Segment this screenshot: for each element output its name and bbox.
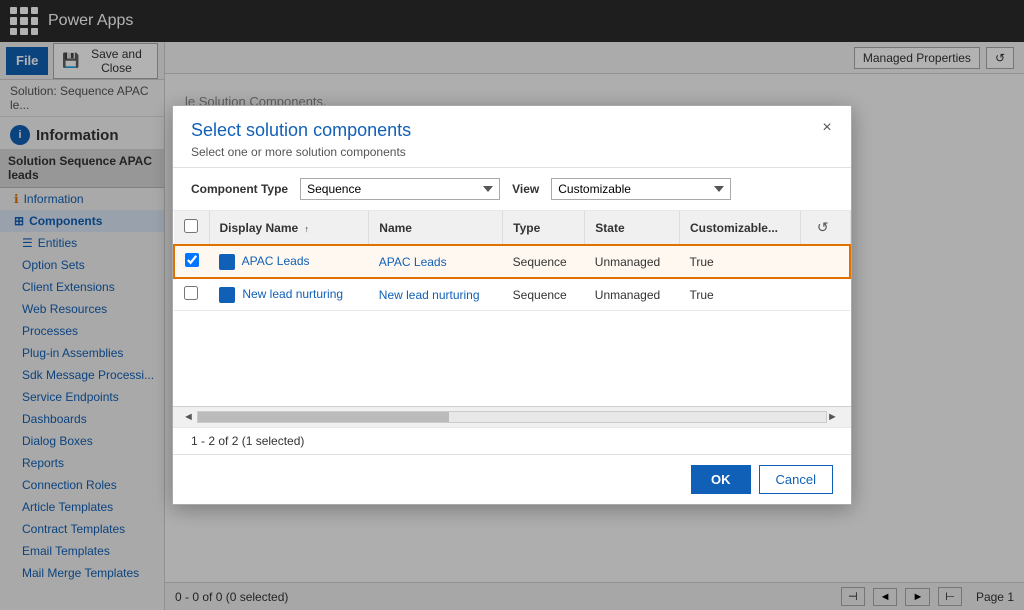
dialog-header: Select solution components Select one or… [173,106,851,168]
dialog-table-area: Display Name ↑ Name Type State Customiza… [173,211,851,406]
component-type-select[interactable]: Sequence Entity Process Web Resource [300,178,500,200]
type-cell: Sequence [503,245,585,278]
dialog-subtitle: Select one or more solution components [191,145,833,159]
customizable-header[interactable]: Customizable... [679,211,800,245]
row-1-checkbox[interactable] [185,253,199,267]
components-table: Display Name ↑ Name Type State Customiza… [173,211,851,311]
name-cell: APAC Leads [369,245,503,278]
refresh-header[interactable]: ↺ [800,211,850,245]
name-cell: New lead nurturing [369,278,503,311]
row-icon [219,254,235,270]
dialog-action-bar: OK Cancel [173,454,851,504]
table-row[interactable]: New lead nurturing New lead nurturing Se… [174,278,850,311]
display-name-value: New lead nurturing [242,287,343,301]
row-checkbox-cell[interactable] [174,245,209,278]
component-type-label: Component Type [191,182,288,196]
sort-arrow-up: ↑ [305,224,310,234]
scroll-right-button[interactable]: ► [827,411,841,423]
table-row[interactable]: APAC Leads APAC Leads Sequence Unmanaged… [174,245,850,278]
scrollbar-thumb [198,412,449,422]
scroll-left-button[interactable]: ◄ [183,411,197,423]
dialog-filters: Component Type Sequence Entity Process W… [173,168,851,211]
refresh-table-button[interactable]: ↺ [811,217,835,238]
display-name-header[interactable]: Display Name ↑ [209,211,369,245]
view-select[interactable]: Customizable All Managed Unmanaged [551,178,731,200]
type-cell: Sequence [503,278,585,311]
horizontal-scrollbar[interactable] [197,411,827,423]
dialog-title: Select solution components [191,120,833,141]
state-header[interactable]: State [585,211,680,245]
select-all-header[interactable] [174,211,209,245]
select-components-dialog: Select solution components Select one or… [172,105,852,505]
dialog-scrollbar-area: ◄ ► [173,406,851,427]
ok-button[interactable]: OK [691,465,751,494]
customizable-cell: True [679,278,800,311]
customizable-cell: True [679,245,800,278]
select-all-checkbox[interactable] [184,219,198,233]
display-name-cell: APAC Leads [209,245,369,278]
dialog-status: 1 - 2 of 2 (1 selected) [173,427,851,454]
dialog-close-button[interactable]: × [815,116,839,140]
display-name-value: APAC Leads [242,254,310,268]
state-cell: Unmanaged [585,245,680,278]
row-checkbox-cell[interactable] [174,278,209,311]
type-header[interactable]: Type [503,211,585,245]
display-name-cell: New lead nurturing [209,278,369,311]
row-2-checkbox[interactable] [184,286,198,300]
row-icon [219,287,235,303]
main-area: File 💾 Save and Close Solution: Sequence… [0,42,1024,610]
view-label: View [512,182,539,196]
dialog-overlay: Select solution components Select one or… [0,0,1024,610]
cancel-button[interactable]: Cancel [759,465,833,494]
state-cell: Unmanaged [585,278,680,311]
name-header[interactable]: Name [369,211,503,245]
selection-status: 1 - 2 of 2 (1 selected) [191,434,304,448]
